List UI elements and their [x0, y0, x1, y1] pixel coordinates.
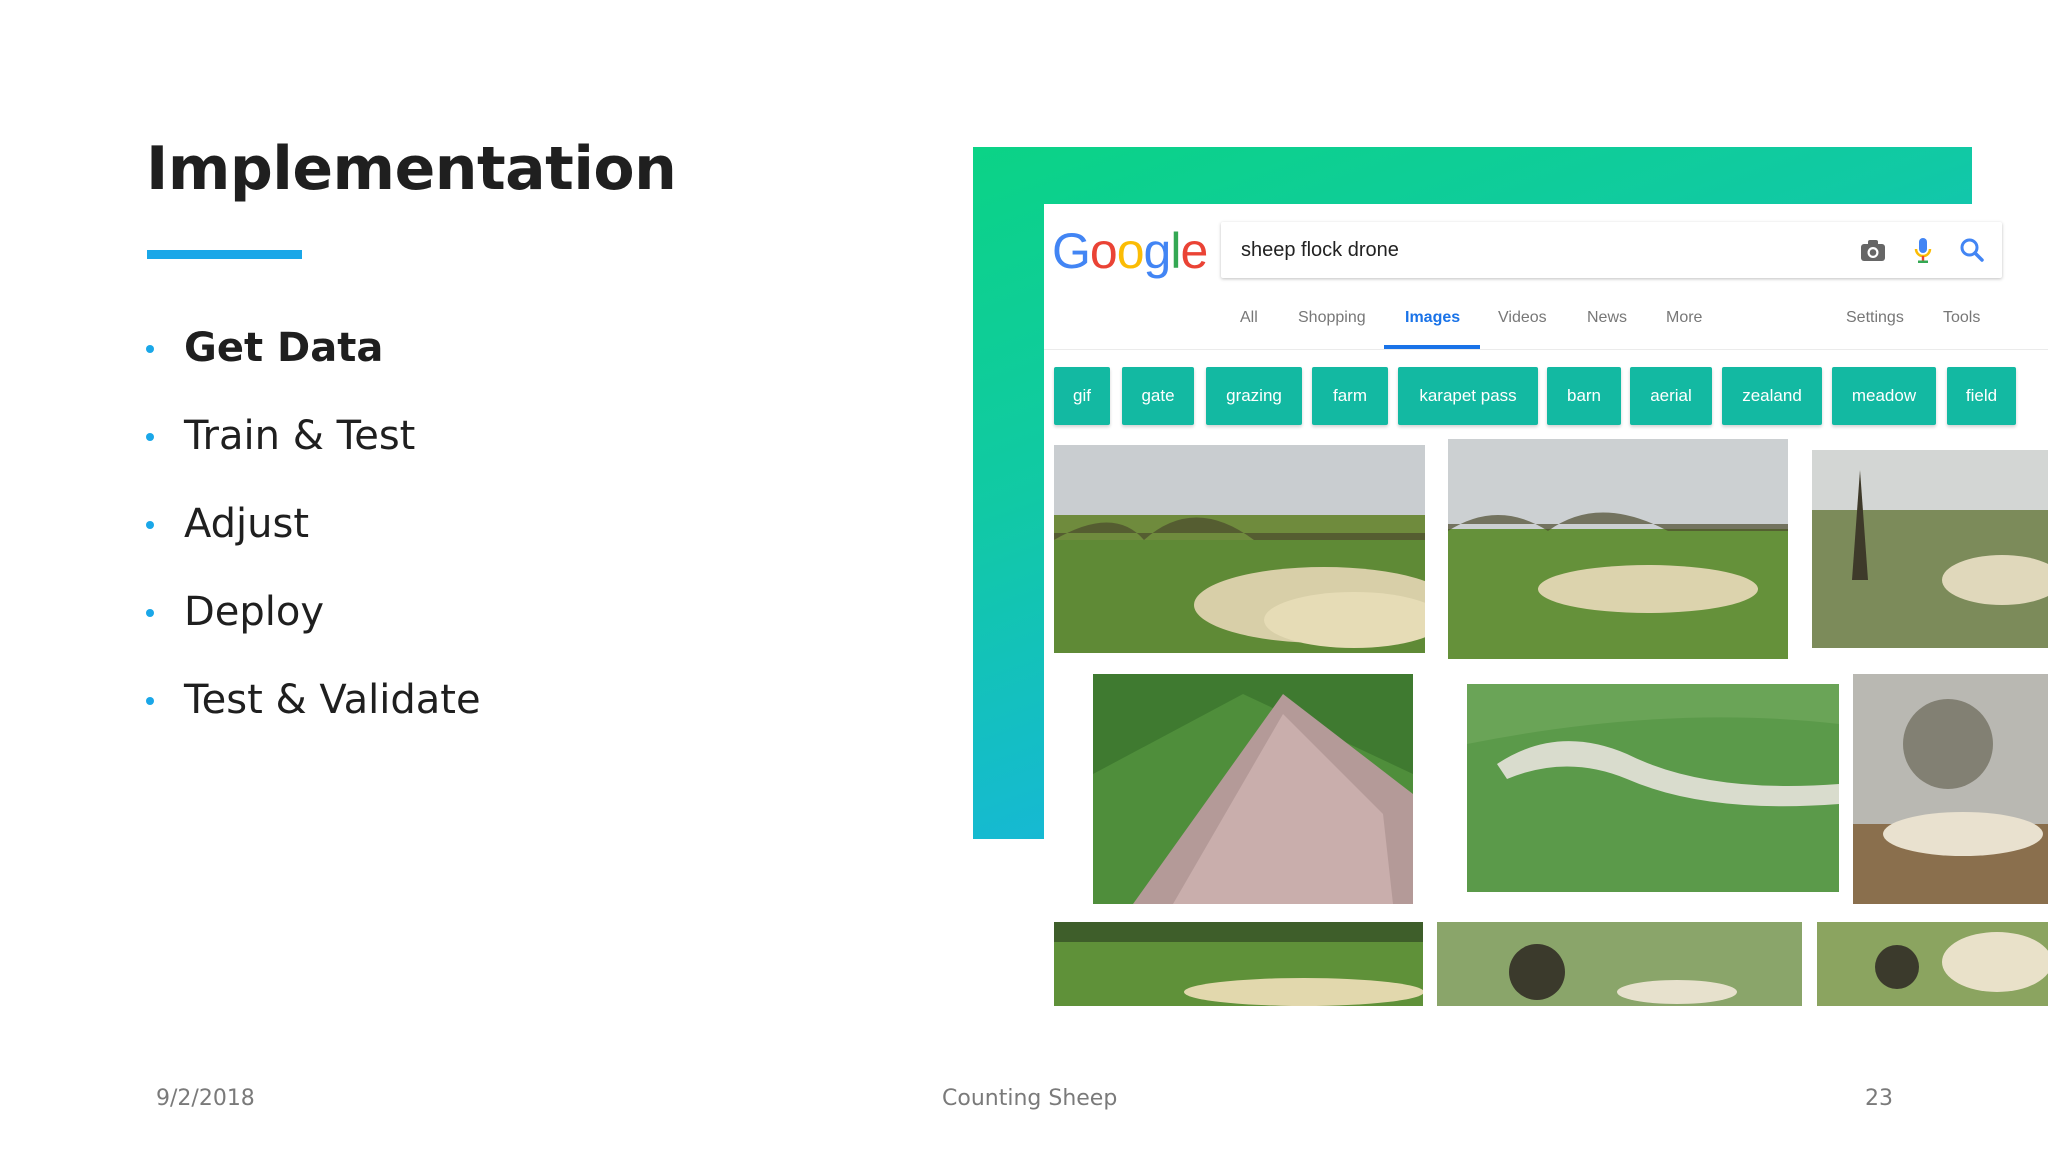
footer-page-number: 23: [1865, 1086, 1893, 1111]
bullet-text: Adjust: [184, 501, 310, 547]
bullet-dot-icon: [146, 345, 154, 353]
tab-videos[interactable]: Videos: [1498, 309, 1547, 327]
search-icon[interactable]: [1956, 234, 1988, 266]
google-images-screenshot: Google sheep flock drone All Shopping Im…: [1044, 204, 2048, 1006]
tab-shopping[interactable]: Shopping: [1298, 309, 1366, 327]
bullet-item: Get Data: [146, 304, 481, 392]
search-query-text: sheep flock drone: [1241, 239, 1399, 261]
tab-more[interactable]: More: [1666, 309, 1702, 327]
bullet-text: Deploy: [184, 589, 325, 635]
footer-title: Counting Sheep: [942, 1086, 1118, 1111]
bullet-text: Get Data: [184, 325, 384, 371]
image-result-thumbnail[interactable]: [1467, 684, 1839, 892]
image-result-thumbnail[interactable]: [1093, 674, 1413, 904]
image-result-thumbnail[interactable]: [1812, 450, 2048, 648]
search-input[interactable]: sheep flock drone: [1221, 222, 2002, 278]
search-tabs: All Shopping Images Videos News More Set…: [1044, 299, 2048, 350]
bullet-text: Test & Validate: [184, 677, 481, 723]
filter-chip[interactable]: gate: [1122, 367, 1194, 425]
filter-chip[interactable]: field: [1947, 367, 2016, 425]
footer-date: 9/2/2018: [156, 1086, 255, 1111]
title-accent-bar: [147, 250, 302, 259]
filter-chip[interactable]: barn: [1547, 367, 1621, 425]
image-result-thumbnail[interactable]: [1817, 922, 2048, 1006]
microphone-icon[interactable]: [1907, 234, 1939, 266]
bullet-dot-icon: [146, 521, 154, 529]
tab-all[interactable]: All: [1240, 309, 1258, 327]
bullet-item: Train & Test: [146, 392, 481, 480]
bullet-list: Get Data Train & Test Adjust Deploy Test…: [146, 304, 481, 744]
image-result-thumbnail[interactable]: [1853, 674, 2048, 904]
logo-letter: l: [1170, 223, 1181, 279]
bullet-dot-icon: [146, 697, 154, 705]
slide-title: Implementation: [146, 134, 677, 204]
bullet-text: Train & Test: [184, 413, 416, 459]
camera-icon[interactable]: [1857, 234, 1889, 266]
bullet-item: Adjust: [146, 480, 481, 568]
image-result-thumbnail[interactable]: [1054, 445, 1425, 653]
image-result-thumbnail[interactable]: [1054, 922, 1423, 1006]
filter-chip[interactable]: farm: [1312, 367, 1388, 425]
presentation-slide: Implementation Get Data Train & Test Adj…: [0, 0, 2048, 1152]
tab-settings[interactable]: Settings: [1846, 309, 1904, 327]
bullet-dot-icon: [146, 433, 154, 441]
image-result-thumbnail[interactable]: [1448, 439, 1788, 659]
logo-letter: o: [1116, 223, 1145, 279]
google-logo: Google: [1052, 222, 1208, 280]
active-tab-indicator: [1384, 345, 1480, 349]
logo-letter: o: [1089, 223, 1118, 279]
tab-images[interactable]: Images: [1405, 309, 1460, 327]
logo-letter: G: [1052, 223, 1091, 279]
bullet-item: Deploy: [146, 568, 481, 656]
tab-news[interactable]: News: [1587, 309, 1627, 327]
filter-chip[interactable]: zealand: [1722, 367, 1822, 425]
filter-chip[interactable]: karapet pass: [1398, 367, 1538, 425]
filter-chip[interactable]: aerial: [1630, 367, 1712, 425]
tab-tools[interactable]: Tools: [1943, 309, 1980, 327]
bullet-dot-icon: [146, 609, 154, 617]
logo-letter: e: [1180, 223, 1208, 279]
logo-letter: g: [1143, 223, 1172, 279]
filter-chip[interactable]: meadow: [1832, 367, 1936, 425]
filter-chip[interactable]: grazing: [1206, 367, 1302, 425]
filter-chip[interactable]: gif: [1054, 367, 1110, 425]
bullet-item: Test & Validate: [146, 656, 481, 744]
image-result-thumbnail[interactable]: [1437, 922, 1802, 1006]
